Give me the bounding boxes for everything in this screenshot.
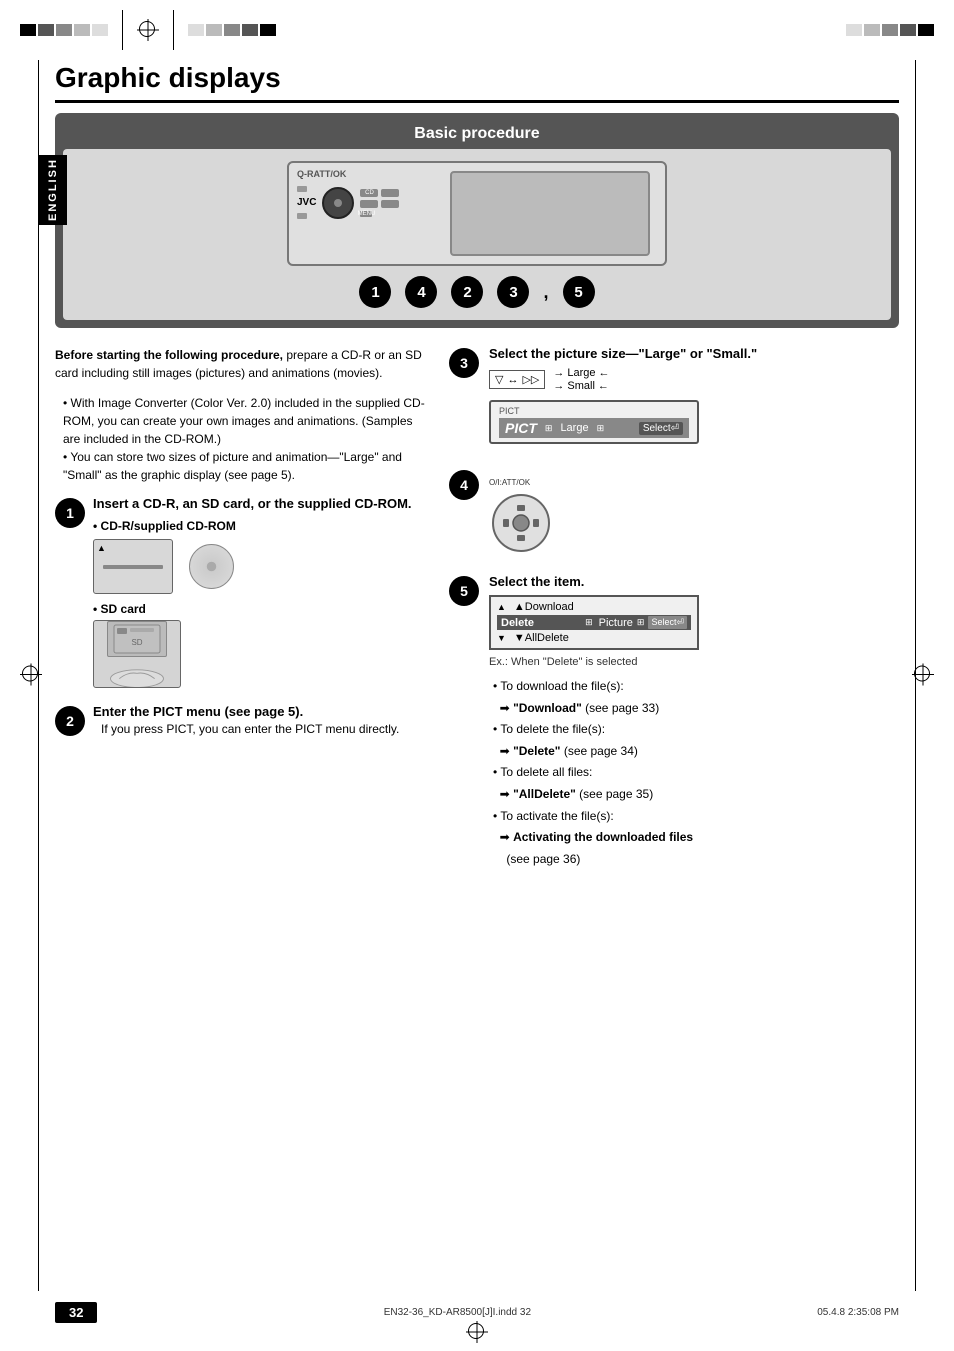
basic-procedure-box: Basic procedure Q-RATT/OK JVC <box>55 113 899 328</box>
step-4-circle: 4 <box>449 470 479 500</box>
footer-time: 05.4.8 2:35:08 PM <box>817 1307 899 1318</box>
step-3-block: 3 Select the picture size—"Large" or "Sm… <box>449 346 899 450</box>
svg-text:SD: SD <box>131 638 142 647</box>
ex-note: Ex.: When "Delete" is selected <box>489 656 899 668</box>
step-3-title: Select the picture size—"Large" or "Smal… <box>489 346 899 361</box>
option-activate: To activate the file(s): ➡ Activating th… <box>489 806 899 871</box>
step-1-circle: 1 <box>55 498 85 528</box>
delete-item-active: Delete <box>501 617 579 629</box>
step-1-sub-cd: • CD-R/supplied CD-ROM <box>93 519 425 533</box>
right-column: 3 Select the picture size—"Large" or "Sm… <box>449 346 899 888</box>
large-label: Large <box>567 367 595 379</box>
size-selector: ▽↔▷▷ →Large← →Small← <box>489 367 899 392</box>
step-3-indicator: 3 <box>497 276 529 308</box>
step-2-title: Enter the PICT menu (see page 5). <box>93 704 425 719</box>
cd-disc <box>189 544 234 589</box>
arrow-download: ➡ <box>500 701 510 715</box>
option-delete: To delete the file(s): ➡ "Delete" (see p… <box>489 719 899 762</box>
download-ref: (see page 33) <box>585 701 659 715</box>
device-image-area: Q-RATT/OK JVC <box>63 149 891 320</box>
step-4-content: O/I:ATT/OK <box>489 468 899 556</box>
step-5-title: Select the item. <box>489 574 899 589</box>
alldelete-item: ▼AllDelete <box>514 632 569 644</box>
step-4-block: 4 O/I:ATT/OK <box>449 468 899 556</box>
delete-ref: (see page 34) <box>564 744 638 758</box>
pict-display: PICT PICT ⊞ Large ⊞ Select⏎ <box>489 400 699 444</box>
step-1-sub-sd: • SD card <box>93 602 425 616</box>
arrow-activate: ➡ <box>500 830 510 844</box>
bullet-item-1: With Image Converter (Color Ver. 2.0) in… <box>63 394 425 448</box>
language-tab: ENGLISH <box>39 155 67 225</box>
step-1-indicator: 1 <box>359 276 391 308</box>
step-5-content: Select the item. ▲ ▲Download Delete ⊞ <box>489 574 899 870</box>
options-list: To download the file(s): ➡ "Download" (s… <box>489 676 899 870</box>
sd-card-inner: SD <box>107 621 167 657</box>
step-5-block: 5 Select the item. ▲ ▲Download Delete <box>449 574 899 870</box>
step-1-block: 1 Insert a CD-R, an SD card, or the supp… <box>55 496 425 688</box>
step-4-indicator: 4 <box>405 276 437 308</box>
ok-button-svg <box>489 491 554 556</box>
select-display: ▲ ▲Download Delete ⊞ Picture ⊞ Select⏎ <box>489 595 699 650</box>
step-2-block: 2 Enter the PICT menu (see page 5). If y… <box>55 704 425 736</box>
step-comma: , <box>543 282 548 303</box>
step-5-circle: 5 <box>449 576 479 606</box>
download-item: ▲Download <box>514 601 574 613</box>
step-5-indicator: 5 <box>563 276 595 308</box>
page-footer: 32 EN32-36_KD-AR8500[J]I.indd 32 05.4.8 … <box>0 1302 954 1323</box>
delete-bold: "Delete" <box>513 744 560 758</box>
arrow-delete: ➡ <box>500 744 510 758</box>
download-bold: "Download" <box>513 701 582 715</box>
hand-svg <box>97 661 177 687</box>
page-title: Graphic displays <box>55 62 899 103</box>
step-2-content: Enter the PICT menu (see page 5). If you… <box>93 704 425 736</box>
small-label: Small <box>567 380 595 392</box>
pict-select-btn: Select⏎ <box>639 422 683 435</box>
step-1-content: Insert a CD-R, an SD card, or the suppli… <box>93 496 425 688</box>
jvc-device-illustration: Q-RATT/OK JVC <box>287 161 667 266</box>
activate-bold: Activating the downloaded files <box>513 830 693 844</box>
step-numbers-row: 1 4 2 3 , 5 <box>359 276 594 308</box>
left-column: Before starting the following procedure,… <box>55 346 425 888</box>
step-2-indicator: 2 <box>451 276 483 308</box>
pict-label: PICT <box>505 420 537 436</box>
pict-row: PICT ⊞ Large ⊞ Select⏎ <box>499 418 689 438</box>
alldelete-bold: "AllDelete" <box>513 787 576 801</box>
before-starting-section: Before starting the following procedure,… <box>55 346 425 382</box>
pict-item: Large <box>560 422 588 434</box>
step-2-circle: 2 <box>55 706 85 736</box>
bullet-item-2: You can store two sizes of picture and a… <box>63 448 425 484</box>
option-download: To download the file(s): ➡ "Download" (s… <box>489 676 899 719</box>
before-starting-bullets: With Image Converter (Color Ver. 2.0) in… <box>55 394 425 484</box>
sd-card-svg: SD <box>112 623 162 655</box>
arrow-alldelete: ➡ <box>500 787 510 801</box>
page-number: 32 <box>55 1302 97 1323</box>
step-3-circle: 3 <box>449 348 479 378</box>
sd-card-illustration: SD <box>93 620 181 688</box>
activate-ref: (see page 36) <box>506 852 580 866</box>
option-alldelete: To delete all files: ➡ "AllDelete" (see … <box>489 762 899 805</box>
before-starting-bold: Before starting the following procedure, <box>55 348 283 362</box>
step-2-note: If you press PICT, you can enter the PIC… <box>93 722 425 736</box>
cdrom-illustration <box>93 539 425 594</box>
alldelete-ref: (see page 35) <box>579 787 653 801</box>
cd-drive <box>93 539 173 594</box>
step-1-title: Insert a CD-R, an SD card, or the suppli… <box>93 496 425 511</box>
cd-slot <box>103 565 163 569</box>
step-3-content: Select the picture size—"Large" or "Smal… <box>489 346 899 450</box>
basic-procedure-title: Basic procedure <box>63 121 891 149</box>
select-btn: Select⏎ <box>648 616 687 629</box>
ok-btn-label: O/I:ATT/OK <box>489 478 899 487</box>
footer-filename: EN32-36_KD-AR8500[J]I.indd 32 <box>384 1307 531 1318</box>
